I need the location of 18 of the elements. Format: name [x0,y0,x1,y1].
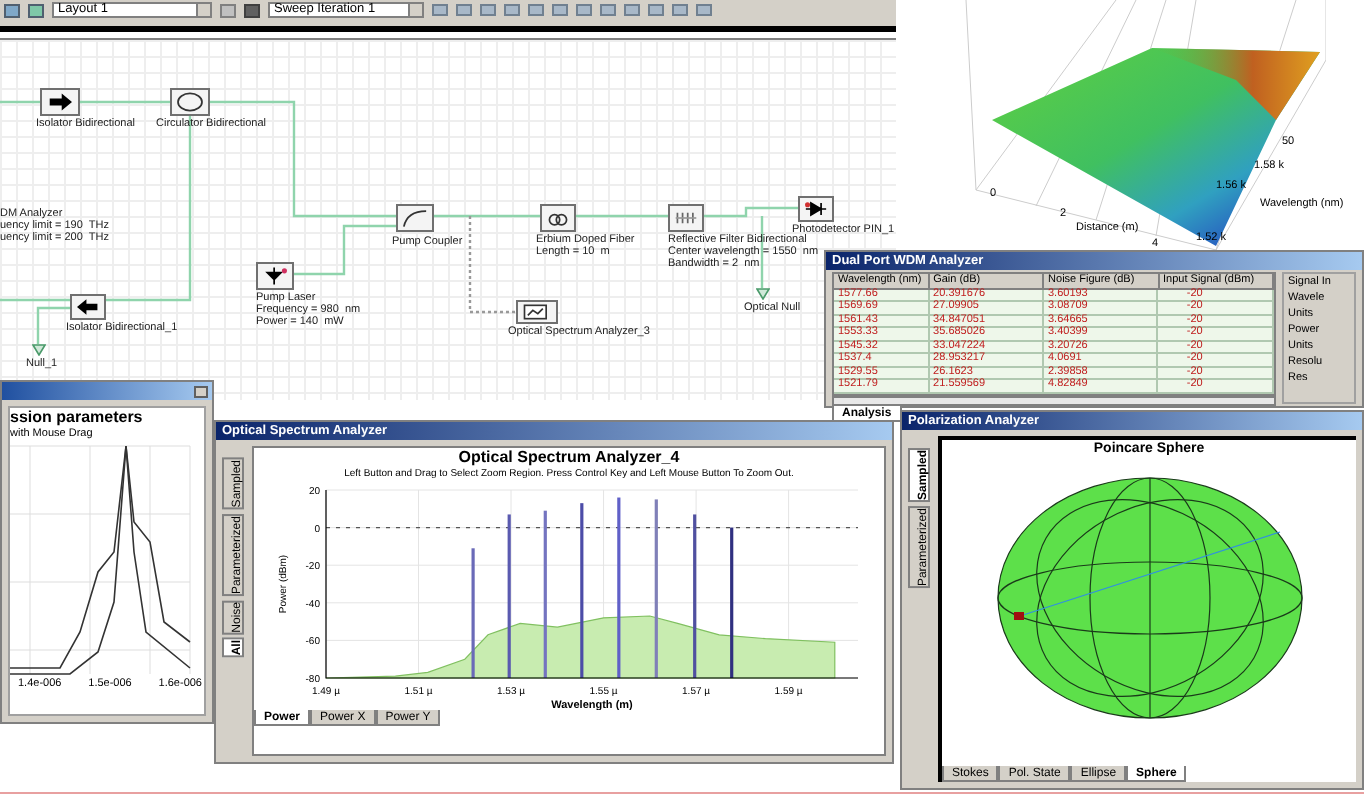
connector-line [576,214,668,218]
monitor-icon[interactable] [516,300,558,324]
connector-line [294,224,396,276]
terminator-icon[interactable] [32,344,46,356]
terminator-icon[interactable] [756,288,770,300]
diode-icon[interactable] [798,196,834,222]
coil-icon[interactable] [540,204,576,232]
filter-icon[interactable] [668,204,704,232]
scrollbar[interactable] [832,395,1276,405]
connector-line [36,306,70,344]
laser-diode-icon[interactable] [256,262,294,290]
chart-title: ssion parameters [10,408,145,428]
connector-line [0,298,70,302]
connector-line [0,100,40,104]
spectrum-line [470,548,474,678]
chart-title: Optical Spectrum Analyzer_4 [458,448,680,468]
connector-line [80,100,170,104]
curve-icon[interactable] [396,204,434,232]
